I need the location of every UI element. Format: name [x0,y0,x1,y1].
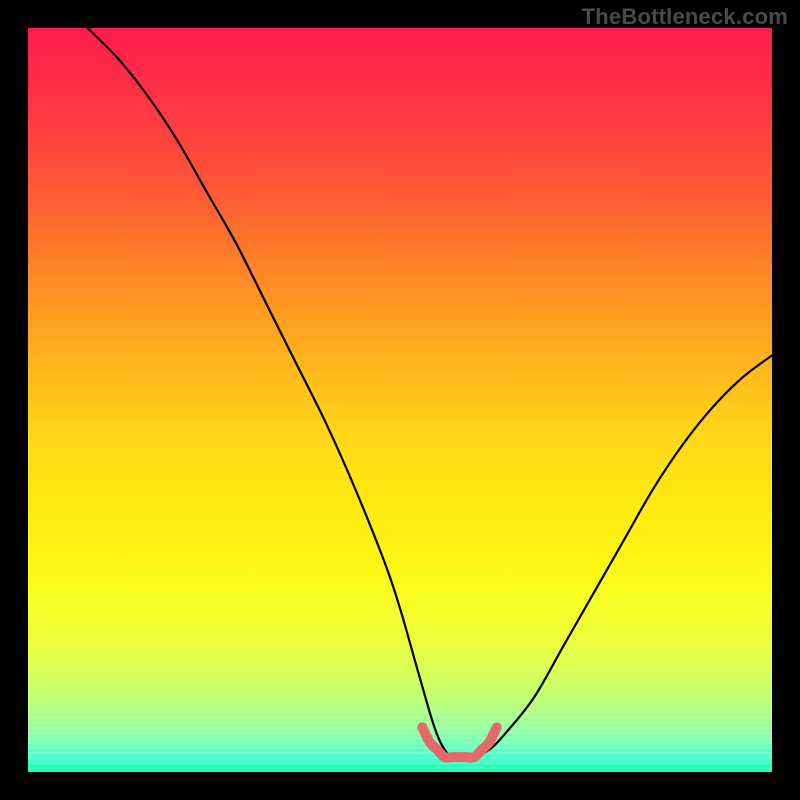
bottleneck-curve-path [88,28,772,758]
watermark-text: TheBottleneck.com [582,4,788,30]
plot-area [28,28,772,772]
curve-svg [28,28,772,772]
chart-frame: TheBottleneck.com [0,0,800,800]
